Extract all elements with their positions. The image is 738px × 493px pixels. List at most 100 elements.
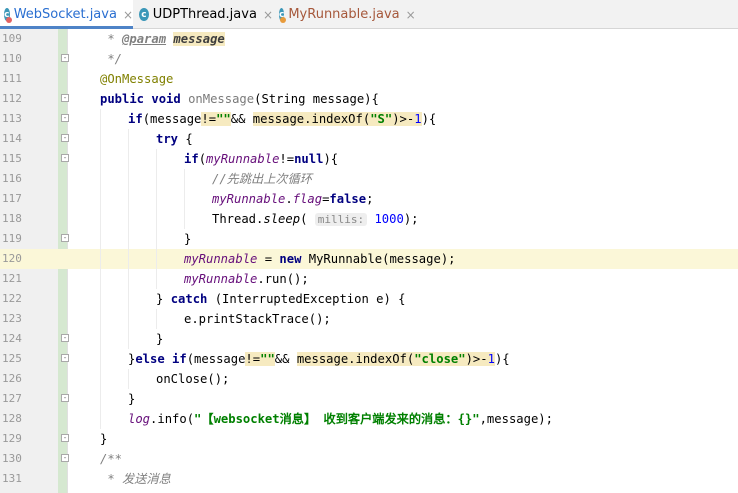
code-line[interactable]: 130 - /**: [0, 449, 738, 469]
close-tab-icon[interactable]: ×: [263, 8, 273, 22]
indent-guide: [100, 289, 101, 309]
line-number: 126: [2, 372, 22, 385]
indent-guide: [100, 189, 101, 209]
line-number: 123: [2, 312, 22, 325]
indent-guide: [128, 129, 129, 149]
code-text[interactable]: /**: [100, 449, 122, 469]
code-text[interactable]: * @param message: [100, 29, 225, 49]
indent-guide: [128, 169, 129, 189]
code-line[interactable]: 113 - if(message!=""&& message.indexOf("S"…: [0, 109, 738, 129]
code-text[interactable]: onClose();: [156, 369, 229, 389]
fold-toggle-icon[interactable]: -: [61, 114, 69, 122]
code-text[interactable]: */: [100, 49, 122, 69]
indent-guide: [100, 349, 101, 369]
code-text[interactable]: * 发送消息: [100, 469, 170, 489]
code-token: MyRunnable(message);: [308, 252, 456, 266]
code-line[interactable]: 125 -}else if(message!=""&& message.index…: [0, 349, 738, 369]
class-icon: c: [279, 8, 287, 23]
code-text[interactable]: myRunnable = new MyRunnable(message);: [184, 249, 456, 269]
code-token: ,message);: [479, 412, 553, 426]
code-token: if: [184, 152, 199, 166]
code-token: (message: [142, 112, 202, 126]
fold-toggle-icon[interactable]: -: [61, 134, 69, 142]
code-text[interactable]: if(message!=""&& message.indexOf("S")>-1…: [128, 109, 436, 129]
code-token: message: [173, 32, 225, 46]
line-number: 116: [2, 172, 22, 185]
line-number: 118: [2, 212, 22, 225]
code-text[interactable]: if(myRunnable!=null){: [184, 149, 338, 169]
code-line[interactable]: 121 myRunnable.run();: [0, 269, 738, 289]
code-line[interactable]: 119 -}: [0, 229, 738, 249]
parameter-hint: millis:: [314, 213, 368, 226]
code-text[interactable]: @OnMessage: [100, 69, 173, 89]
code-text[interactable]: }: [184, 229, 191, 249]
code-text[interactable]: myRunnable.run();: [184, 269, 309, 289]
indent-guide: [100, 369, 101, 389]
code-token: myRunnable: [184, 272, 258, 286]
code-line[interactable]: 115 - if(myRunnable!=null){: [0, 149, 738, 169]
code-token: =: [257, 252, 280, 266]
code-text[interactable]: Thread.sleep( millis: 1000);: [212, 209, 419, 229]
code-text[interactable]: //先跳出上次循环: [212, 169, 312, 189]
close-tab-icon[interactable]: ×: [123, 8, 133, 22]
fold-toggle-icon[interactable]: -: [61, 334, 69, 342]
code-line[interactable]: 109 * @param message: [0, 29, 738, 49]
fold-toggle-icon[interactable]: -: [61, 354, 69, 362]
code-token: "": [216, 112, 231, 126]
code-line[interactable]: 123 e.printStackTrace();: [0, 309, 738, 329]
indent-guide: [156, 249, 157, 269]
code-line[interactable]: 117 myRunnable.flag=false;: [0, 189, 738, 209]
fold-toggle-icon[interactable]: -: [61, 54, 69, 62]
code-text[interactable]: }else if(message!=""&& message.indexOf("…: [128, 349, 510, 369]
fold-toggle-icon[interactable]: -: [61, 454, 69, 462]
code-line[interactable]: 116 //先跳出上次循环: [0, 169, 738, 189]
tab-1[interactable]: c UDPThread.java ×: [135, 0, 273, 29]
fold-toggle-icon[interactable]: -: [61, 154, 69, 162]
code-line[interactable]: 110 - */: [0, 49, 738, 69]
indent-guide: [100, 209, 101, 229]
code-text[interactable]: public void onMessage(String message){: [100, 89, 379, 109]
code-text[interactable]: e.printStackTrace();: [184, 309, 331, 329]
code-text[interactable]: }: [128, 389, 135, 409]
indent-guide: [128, 309, 129, 329]
code-line[interactable]: 126 onClose();: [0, 369, 738, 389]
code-text[interactable]: try {: [156, 129, 193, 149]
fold-toggle-icon[interactable]: -: [61, 394, 69, 402]
line-number: 110: [2, 52, 22, 65]
tab-0[interactable]: c WebSocket.java ×: [0, 0, 133, 29]
file-status-badge-icon: [5, 17, 12, 23]
line-number: 119: [2, 232, 22, 245]
code-line[interactable]: 127 -}: [0, 389, 738, 409]
code-line[interactable]: 128 log.info("【websocket消息】 收到客户端发来的消息：{}…: [0, 409, 738, 429]
tab-2[interactable]: c MyRunnable.java ×: [275, 0, 416, 29]
fold-toggle-icon[interactable]: -: [61, 234, 69, 242]
code-token: e.printStackTrace();: [184, 312, 331, 326]
file-status-badge-icon: [280, 17, 287, 23]
code-line[interactable]: 114 - try {: [0, 129, 738, 149]
close-tab-icon[interactable]: ×: [406, 8, 416, 22]
line-number: 114: [2, 132, 22, 145]
code-line[interactable]: 129 -}: [0, 429, 738, 449]
code-token: .run();: [257, 272, 309, 286]
code-line[interactable]: 112 - public void onMessage(String message…: [0, 89, 738, 109]
code-line[interactable]: 120 myRunnable = new MyRunnable(message);: [0, 249, 738, 269]
code-line[interactable]: 122} catch (InterruptedException e) {: [0, 289, 738, 309]
code-line[interactable]: 131 * 发送消息: [0, 469, 738, 489]
code-line[interactable]: 124 -}: [0, 329, 738, 349]
code-text[interactable]: } catch (InterruptedException e) {: [156, 289, 406, 309]
code-text[interactable]: log.info("【websocket消息】 收到客户端发来的消息：{}",m…: [128, 409, 553, 429]
class-icon: c: [139, 8, 149, 21]
code-token: if: [128, 112, 143, 126]
fold-toggle-icon[interactable]: -: [61, 434, 69, 442]
code-token: (: [300, 212, 315, 226]
code-text[interactable]: }: [156, 329, 163, 349]
indent-guide: [128, 329, 129, 349]
code-token: else if: [135, 352, 187, 366]
indent-guide: [100, 309, 101, 329]
fold-toggle-icon[interactable]: -: [61, 94, 69, 102]
code-line[interactable]: 118 Thread.sleep( millis: 1000);: [0, 209, 738, 229]
code-text[interactable]: myRunnable.flag=false;: [212, 189, 373, 209]
code-token: (: [198, 152, 207, 166]
code-text[interactable]: }: [100, 429, 107, 449]
code-line[interactable]: 111 @OnMessage: [0, 69, 738, 89]
